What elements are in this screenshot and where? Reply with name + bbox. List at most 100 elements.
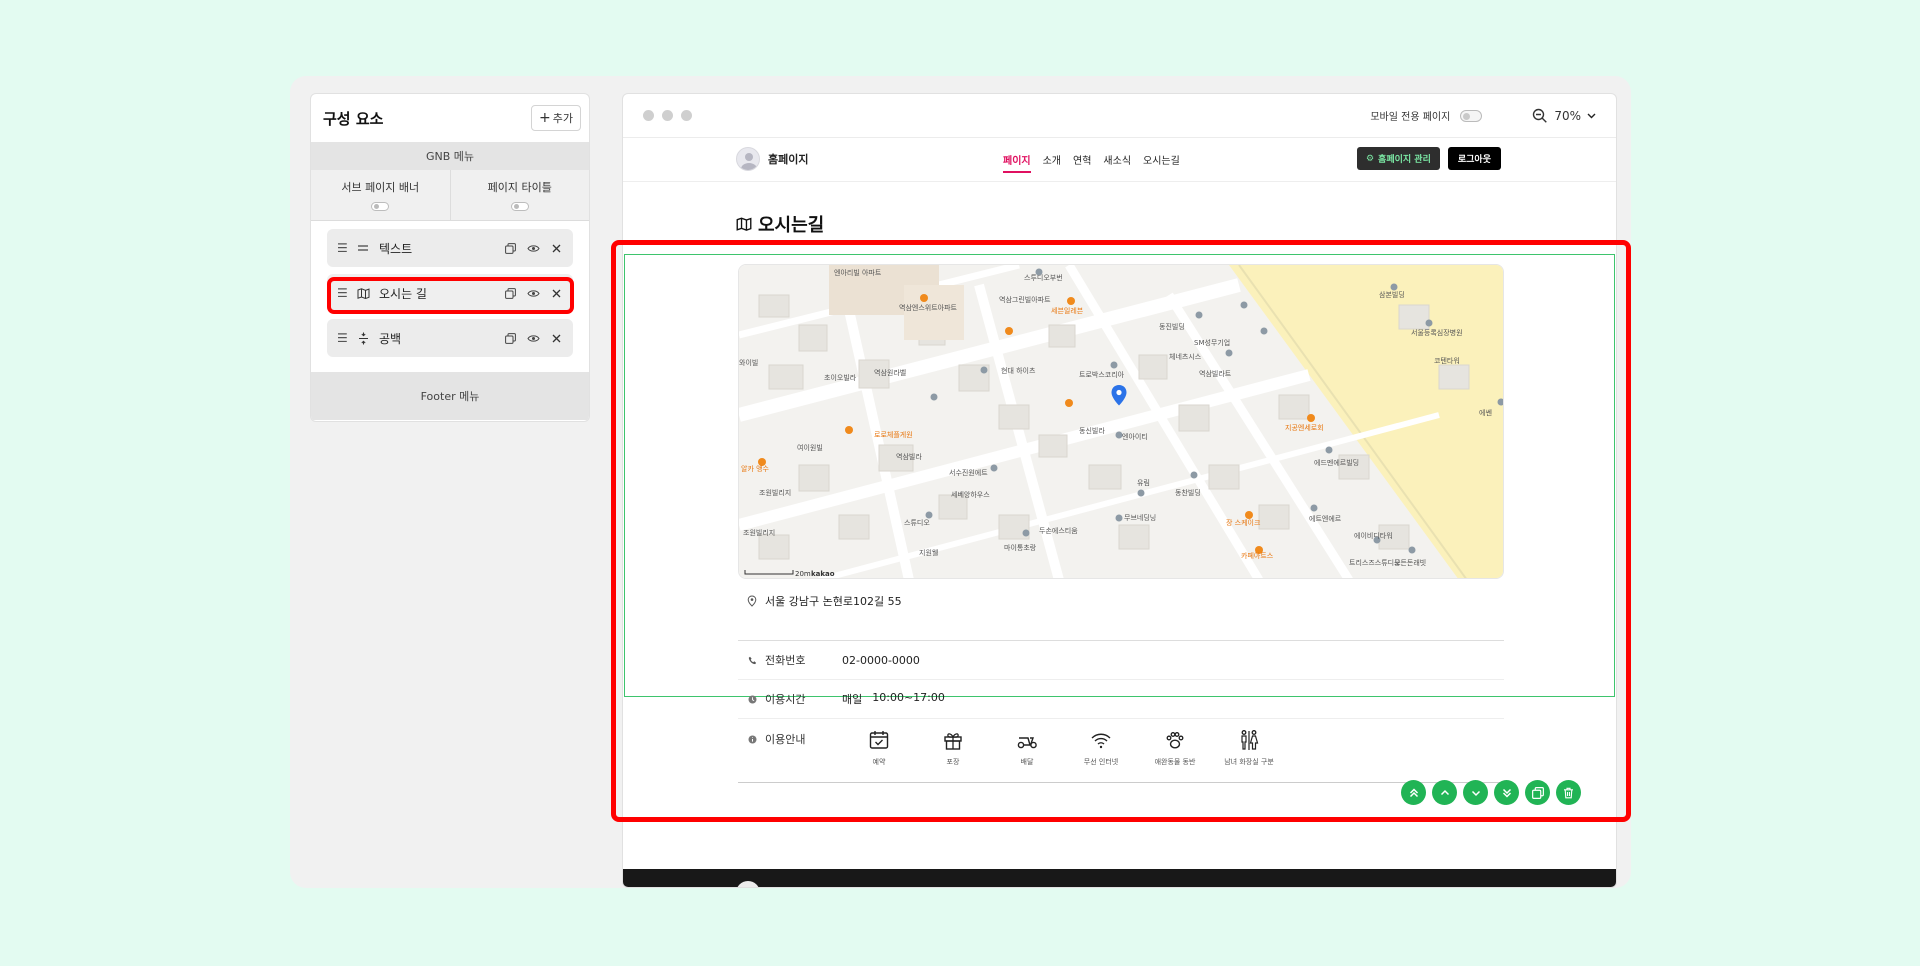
nav-item-history[interactable]: 연혁: [1073, 152, 1091, 173]
component-item-spacer[interactable]: ☰ 공백: [327, 319, 573, 357]
svg-text:무브네딩닝: 무브네딩닝: [1124, 513, 1156, 522]
section-title-text: 오시는길: [758, 215, 825, 236]
svg-text:동신빌라: 동신빌라: [1079, 426, 1105, 435]
close-icon[interactable]: [549, 241, 563, 255]
drag-handle-icon[interactable]: ☰: [337, 286, 355, 300]
page-preview: 모바일 전용 페이지 70% 홈페이지 페이지 소개 연혁 새소식 오시는길 ⚙…: [622, 93, 1617, 888]
zoom-out-icon[interactable]: [1532, 108, 1548, 124]
sub-banner-option: 서브 페이지 배너: [311, 170, 450, 220]
nav-item-news[interactable]: 새소식: [1103, 152, 1131, 173]
amenity-restroom: 남녀 화장실 구분: [1212, 729, 1286, 767]
phone-label: 전화번호: [765, 654, 806, 667]
panel-header: 구성 요소 + 추가: [311, 94, 589, 142]
eye-icon[interactable]: [526, 286, 540, 300]
component-label: 오시는 길: [379, 286, 427, 301]
plus-icon: +: [539, 110, 551, 126]
duplicate-icon[interactable]: [503, 241, 517, 255]
component-label: 공백: [379, 331, 402, 346]
duplicate-icon: [1531, 786, 1544, 799]
eye-icon[interactable]: [526, 241, 540, 255]
svg-text:유림: 유림: [1137, 479, 1150, 487]
restroom-icon: [1241, 730, 1259, 750]
move-down-button[interactable]: [1463, 780, 1488, 805]
page-title-option: 페이지 타이틀: [449, 170, 590, 220]
component-item-directions[interactable]: ☰ 오시는 길: [327, 274, 573, 312]
delete-block-button[interactable]: [1556, 780, 1581, 805]
svg-text:알카 앵수: 알카 앵수: [741, 464, 770, 473]
move-up-button[interactable]: [1432, 780, 1457, 805]
drag-handle-icon[interactable]: ☰: [337, 331, 355, 345]
svg-text:에쎈: 에쎈: [1479, 408, 1492, 417]
svg-text:동진빌딩: 동진빌딩: [1159, 322, 1185, 331]
drag-handle-icon[interactable]: ☰: [337, 241, 355, 255]
svg-text:장 스케이크: 장 스케이크: [1226, 518, 1261, 527]
hours-days: 매일: [842, 693, 863, 706]
zoom-value: 70%: [1554, 108, 1581, 123]
svg-text:여이원빌: 여이원빌: [797, 443, 823, 452]
logout-button[interactable]: 로그아웃: [1447, 147, 1501, 170]
section-title: 오시는길: [736, 211, 824, 237]
homepage-manage-button[interactable]: ⚙ 홈페이지 관리: [1356, 147, 1440, 170]
zoom-control[interactable]: 70%: [1532, 108, 1596, 124]
page-title-label: 페이지 타이틀: [487, 181, 552, 194]
svg-text:스투디오부번: 스투디오부번: [1024, 273, 1063, 282]
close-icon[interactable]: [549, 331, 563, 345]
svg-text:체네츠시스: 체네츠시스: [1169, 352, 1202, 361]
amenity-label: 남녀 화장실 구분: [1224, 758, 1274, 766]
footer-avatar: [736, 881, 760, 887]
duplicate-icon[interactable]: [503, 331, 517, 345]
gnb-menu-row[interactable]: GNB 메뉴: [311, 142, 589, 170]
component-item-text[interactable]: ☰ 텍스트: [327, 229, 573, 267]
svg-text:에트엔에르: 에트엔에르: [1309, 514, 1342, 523]
map-scale: 20m: [795, 570, 811, 578]
amenity-wifi: 무선 인터넷: [1064, 729, 1138, 767]
duplicate-block-button[interactable]: [1525, 780, 1550, 805]
gear-icon: ⚙: [1365, 153, 1375, 164]
nav-item-directions[interactable]: 오시는길: [1143, 152, 1180, 173]
eye-icon[interactable]: [526, 331, 540, 345]
move-top-button[interactable]: [1401, 780, 1426, 805]
component-panel: 구성 요소 + 추가 GNB 메뉴 서브 페이지 배너 페이지 타이틀 ☰ 텍스…: [310, 93, 590, 422]
page-title-toggle[interactable]: [510, 202, 529, 211]
svg-text:지원웰: 지원웰: [919, 548, 938, 557]
site-nav: 페이지 소개 연혁 새소식 오시는길: [1003, 152, 1180, 173]
move-bottom-button[interactable]: [1494, 780, 1519, 805]
phone-value: 02-0000-0000: [842, 653, 920, 667]
svg-text:서수진원에트: 서수진원에트: [949, 468, 988, 477]
site-logo[interactable]: 홈페이지: [736, 147, 808, 171]
duplicate-icon[interactable]: [503, 286, 517, 300]
svg-text:카페아트스: 카페아트스: [1241, 551, 1274, 560]
sub-banner-label: 서브 페이지 배너: [341, 181, 420, 194]
address-row: 서울 강남구 논현로102길 55: [747, 593, 902, 609]
amenity-label: 배달: [1020, 758, 1034, 766]
nav-item-page[interactable]: 페이지: [1003, 152, 1031, 173]
header-options: 서브 페이지 배너 페이지 타이틀: [311, 170, 589, 220]
add-component-button[interactable]: + 추가: [531, 105, 581, 131]
add-label: 추가: [552, 112, 573, 125]
paw-icon: [1166, 732, 1184, 749]
map-icon: [736, 217, 752, 231]
map-label: 엔아리빌 아파트: [834, 268, 882, 277]
amenity-delivery: 배달: [990, 729, 1064, 767]
map-brand: kakao: [811, 570, 835, 578]
svg-text:SM성무기업: SM성무기업: [1194, 338, 1230, 347]
sub-banner-toggle[interactable]: [371, 202, 390, 211]
mobile-only-toggle[interactable]: [1460, 109, 1483, 122]
svg-text:역삼엔스위트아파트: 역삼엔스위트아파트: [899, 303, 958, 312]
map-icon: [355, 286, 371, 300]
nav-item-about[interactable]: 소개: [1043, 152, 1061, 173]
svg-text:두손에스티움: 두손에스티움: [1039, 526, 1078, 535]
footer-menu-row[interactable]: Footer 메뉴: [311, 372, 589, 420]
svg-text:조원빌리지: 조원빌리지: [743, 528, 775, 537]
svg-text:지공엔세로회: 지공엔세로회: [1285, 423, 1324, 432]
svg-text:스튜디오: 스튜디오: [904, 518, 930, 527]
site-logo-text: 홈페이지: [768, 153, 809, 166]
svg-text:에이비디타워: 에이비디타워: [1354, 531, 1393, 540]
map-view[interactable]: 엔아리빌 아파트 역삼엔스위트아파트 역삼그린빌아파트 세븐일레븐 스투디오부번…: [738, 264, 1504, 579]
svg-text:역삼빌라: 역삼빌라: [896, 452, 922, 461]
chevron-down-icon: [1587, 113, 1596, 118]
close-icon[interactable]: [549, 286, 563, 300]
svg-text:로로체플게원: 로로체플게원: [874, 430, 913, 439]
svg-text:서울등록심장병원: 서울등록심장병원: [1411, 328, 1463, 337]
svg-text:코텐타워: 코텐타워: [1434, 356, 1460, 365]
